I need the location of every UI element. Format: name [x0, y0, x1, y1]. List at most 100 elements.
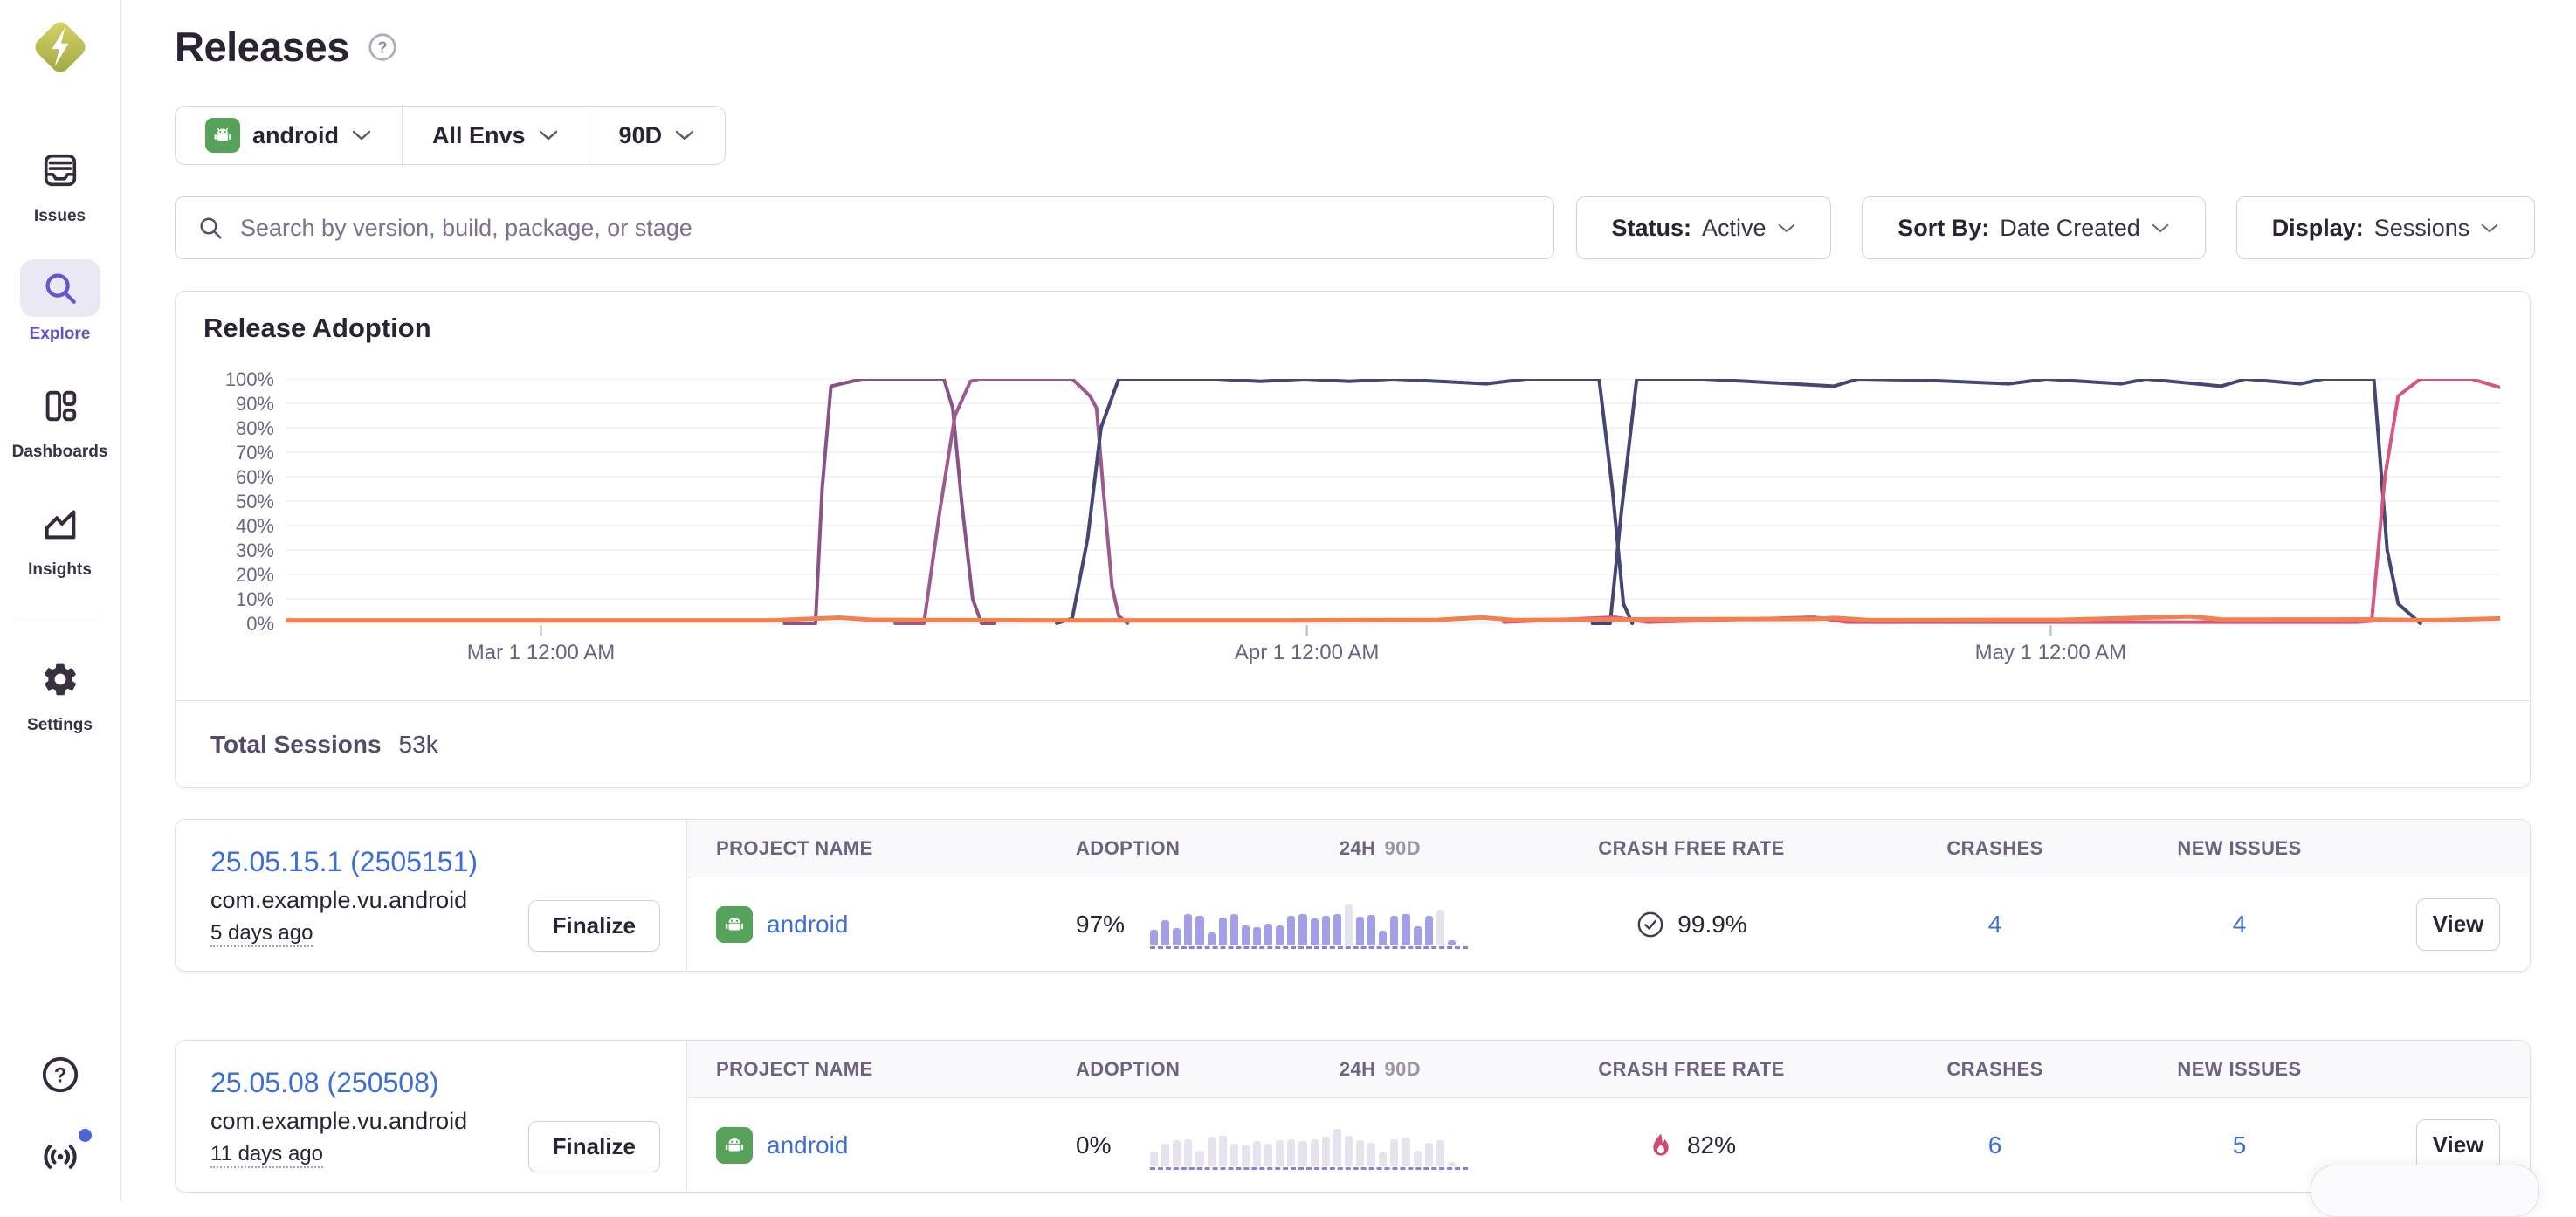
- sidebar-footer: ?: [40, 1055, 80, 1177]
- search-icon: [196, 214, 224, 242]
- sidebar-item-issues[interactable]: Issues: [20, 141, 100, 226]
- sidebar-item-label: Issues: [34, 207, 86, 226]
- sidebar-item-insights[interactable]: Insights: [20, 495, 100, 580]
- y-axis-tick: 90%: [204, 393, 274, 416]
- y-axis-tick: 70%: [204, 442, 274, 464]
- view-button[interactable]: View: [2416, 898, 2500, 951]
- environment-filter-label: All Envs: [432, 122, 526, 149]
- col-adoption: ADOPTION: [1076, 1058, 1150, 1081]
- broadcast-icon[interactable]: [40, 1137, 80, 1177]
- adoption-value: 97%: [1076, 911, 1150, 939]
- release-version-link[interactable]: 25.05.08 (250508): [210, 1067, 686, 1099]
- project-filter-label: android: [252, 122, 339, 149]
- crash-free-rate-value: 82%: [1687, 1131, 1736, 1159]
- sparkline-bar: [1161, 1144, 1169, 1165]
- col-project-name: PROJECT NAME: [687, 1058, 1076, 1081]
- sidebar-item-dashboards[interactable]: Dashboards: [12, 377, 108, 462]
- sessions-sparkline: [1150, 900, 1456, 949]
- sparkline-bar: [1150, 930, 1158, 945]
- col-crash-free-rate: CRASH FREE RATE: [1456, 1058, 1927, 1081]
- sparkline-bar: [1253, 1141, 1261, 1165]
- fire-icon: [1647, 1131, 1675, 1159]
- notification-dot: [79, 1129, 92, 1142]
- finalize-button[interactable]: Finalize: [528, 1121, 660, 1172]
- col-new-issues: NEW ISSUES: [2063, 837, 2416, 860]
- release-version-link[interactable]: 25.05.15.1 (2505151): [210, 846, 686, 878]
- sparkline-bar: [1367, 915, 1375, 945]
- sparkline-bar: [1253, 927, 1261, 945]
- release-summary: 25.05.08 (250508) com.example.vu.android…: [176, 1041, 687, 1192]
- android-icon: [205, 118, 240, 153]
- sparkline-bar: [1436, 1140, 1444, 1166]
- sparkline-bar: [1311, 918, 1319, 945]
- sparkline-bar: [1402, 914, 1409, 945]
- environment-filter[interactable]: All Envs: [402, 107, 589, 164]
- help-circle-icon[interactable]: ?: [40, 1055, 80, 1095]
- sparkline-bar: [1298, 914, 1306, 945]
- status-dropdown[interactable]: Status: Active: [1576, 196, 1831, 259]
- floating-widget-partial[interactable]: [2311, 1165, 2539, 1217]
- sidebar: Issues Explore Dashboards: [0, 0, 121, 1201]
- sparkline-bar: [1390, 1139, 1398, 1166]
- sparkline-bar: [1219, 918, 1227, 945]
- y-axis-tick: 40%: [204, 515, 274, 538]
- sidebar-item-settings[interactable]: Settings: [20, 650, 100, 735]
- chart-title: Release Adoption: [203, 313, 431, 344]
- crash-free-rate-cell: 99.9%: [1456, 910, 1927, 939]
- release-table-header: PROJECT NAME ADOPTION 24H90D CRASH FREE …: [687, 820, 2530, 877]
- total-sessions-value: 53k: [399, 731, 438, 759]
- chevron-down-icon: [538, 128, 559, 142]
- sidebar-item-label: Settings: [27, 716, 93, 735]
- release-created-date[interactable]: 5 days ago: [210, 921, 313, 947]
- sort-by-dropdown-value: Date Created: [2000, 215, 2140, 242]
- date-range-filter[interactable]: 90D: [589, 107, 726, 164]
- sidebar-item-label: Dashboards: [12, 443, 108, 462]
- release-summary: 25.05.15.1 (2505151) com.example.vu.andr…: [176, 820, 687, 971]
- release-adoption-panel: Release Adoption 100%90%80%70%60%50%40%3…: [175, 291, 2531, 788]
- new-issues-link[interactable]: 5: [2063, 1131, 2416, 1159]
- sentry-logo-icon[interactable]: [31, 16, 90, 79]
- project-filter[interactable]: android: [176, 107, 402, 164]
- release-created-date[interactable]: 11 days ago: [210, 1142, 323, 1168]
- sparkline-bar: [1173, 928, 1181, 945]
- x-axis-tick: Mar 1 12:00 AM: [467, 641, 615, 665]
- sparkline-bar: [1448, 940, 1456, 945]
- project-link[interactable]: android: [767, 1131, 848, 1159]
- sort-by-dropdown[interactable]: Sort By: Date Created: [1862, 196, 2206, 259]
- display-dropdown[interactable]: Display: Sessions: [2236, 196, 2535, 259]
- chart-x-axis: Mar 1 12:00 AMApr 1 12:00 AMMay 1 12:00 …: [286, 641, 2500, 669]
- sidebar-nav: Issues Explore Dashboards: [12, 141, 108, 768]
- sparkline-bar: [1219, 1136, 1227, 1165]
- sparkline-bar: [1298, 1141, 1306, 1166]
- sparkline-bar: [1333, 1129, 1341, 1165]
- chevron-down-icon: [351, 128, 372, 142]
- new-issues-link[interactable]: 4: [2063, 911, 2416, 939]
- col-24h-90d: 24H90D: [1340, 837, 1456, 860]
- sidebar-item-explore[interactable]: Explore: [20, 259, 100, 344]
- sparkline-bar: [1264, 1144, 1272, 1165]
- y-axis-tick: 30%: [204, 540, 274, 562]
- finalize-button[interactable]: Finalize: [528, 900, 660, 952]
- sparkline-bar: [1242, 1145, 1250, 1165]
- view-button[interactable]: View: [2416, 1119, 2500, 1172]
- sparkline-bar: [1322, 916, 1330, 945]
- sparkline-bar: [1161, 920, 1169, 945]
- release-card: 25.05.15.1 (2505151) com.example.vu.andr…: [175, 819, 2531, 972]
- adoption-chart: 100%90%80%70%60%50%40%30%20%10%0% Mar 1 …: [203, 379, 2500, 650]
- search-box: [175, 196, 1554, 259]
- sparkline-bar: [1436, 910, 1444, 945]
- search-input[interactable]: [240, 215, 1533, 242]
- help-circle-icon[interactable]: ?: [367, 31, 398, 63]
- sparkline-bar: [1425, 916, 1433, 945]
- crashes-link[interactable]: 4: [1927, 911, 2063, 939]
- chart-y-axis: 100%90%80%70%60%50%40%30%20%10%0%: [203, 379, 286, 623]
- crashes-link[interactable]: 6: [1927, 1131, 2063, 1159]
- chevron-down-icon: [2480, 222, 2499, 235]
- sparkline-bar: [1173, 1140, 1181, 1166]
- x-axis-tick: May 1 12:00 AM: [1975, 641, 2126, 665]
- settings-gear-icon: [41, 660, 79, 698]
- project-link[interactable]: android: [767, 911, 848, 939]
- sort-by-dropdown-label: Sort By:: [1898, 215, 1989, 242]
- sparkline-bar: [1276, 1140, 1284, 1166]
- sparkline-bar: [1379, 931, 1387, 945]
